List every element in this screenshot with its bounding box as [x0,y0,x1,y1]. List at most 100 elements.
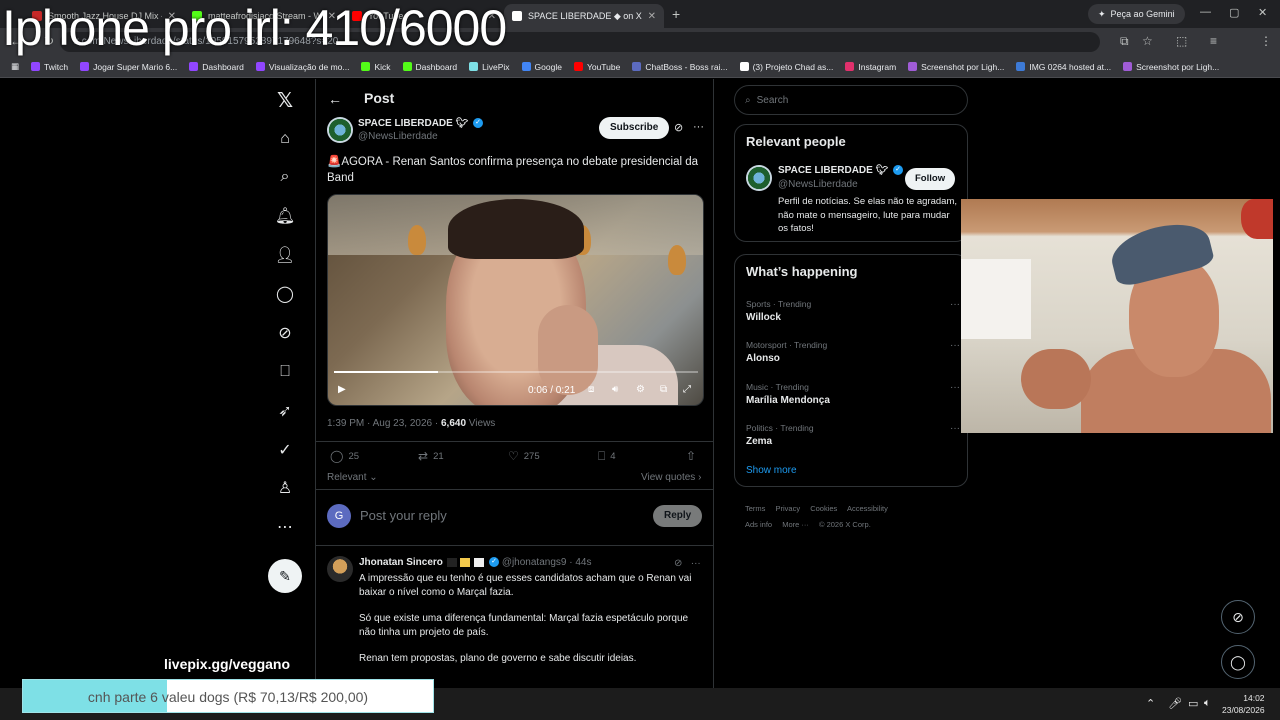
grok-explain-icon[interactable]: ⊘ [674,558,682,569]
rocket-icon[interactable]: ➶ [274,400,296,422]
bookmark-item[interactable]: Screenshot por Ligh... [903,62,1009,72]
author-avatar[interactable] [327,117,353,143]
video-player[interactable]: ▶ 0:06 / 0:21 ⧈ 🔊︎ ⚙ ⧉ ⤢ [327,194,704,406]
more-options-icon[interactable]: ··· [950,340,960,351]
compose-post-button[interactable]: ✎ [268,559,302,593]
search-input[interactable]: ⌕ Search [734,85,968,115]
close-tab-icon[interactable]: ✕ [648,11,656,22]
bookmark-item[interactable]: Screenshot por Ligh... [1118,62,1224,72]
x-logo-icon[interactable]: 𝕏 [274,89,296,112]
footer-link[interactable]: Privacy [776,504,801,513]
menu-kebab-icon[interactable]: ⋮ [1260,34,1272,48]
gemini-button[interactable]: ✦ Peça ao Gemini [1088,4,1185,24]
person-handle[interactable]: @NewsLiberdade [778,179,858,190]
subscribe-button[interactable]: Subscribe [599,117,670,139]
reply-button[interactable]: Reply [653,505,703,527]
captions-icon[interactable]: ⧈ [588,384,594,395]
footer-link[interactable]: Terms [745,504,765,513]
bookmark-item[interactable]: Dashboard [398,62,463,72]
comment-author-name[interactable]: Jhonatan Sincero [359,557,443,568]
comment-handle[interactable]: @jhonatangs9 [502,557,567,568]
display-icon[interactable]: ▭ [1188,697,1198,710]
verified-check-icon[interactable]: ✓ [274,439,296,461]
person-name-row[interactable]: SPACE LIBERDADE 🐦︎ ✓ [778,165,904,176]
bookmark-item[interactable]: Google [517,62,567,72]
apps-grid-icon[interactable]: ▦ [6,61,24,72]
bookmark-item[interactable]: Instagram [840,62,901,72]
chevron-up-icon[interactable]: ⌃ [1146,697,1155,710]
fullscreen-icon[interactable]: ⤢ [683,384,691,395]
footer-link[interactable]: Accessibility [847,504,888,513]
follow-person-icon[interactable]: 👤︎ [274,244,296,266]
close-window-icon[interactable]: ✕ [1258,6,1267,19]
volume-icon[interactable]: 🔈︎ [1204,697,1211,710]
sort-relevant-dropdown[interactable]: Relevant ⌄ [327,472,378,483]
footer-link[interactable]: Cookies [810,504,837,513]
repost-action[interactable]: ⇄ 21 [418,449,444,463]
reply-action[interactable]: ◯ 25 [330,449,359,463]
author-name-row[interactable]: SPACE LIBERDADE 🐦︎ ✓ [358,118,484,129]
more-options-icon[interactable]: ··· [950,299,960,310]
more-options-icon[interactable]: ··· [950,382,960,393]
post-time[interactable]: 1:39 PM [327,418,364,429]
trend-item[interactable]: Motorsport · Trending Alonso ··· [746,340,960,364]
trend-item[interactable]: Politics · Trending Zema ··· [746,423,960,447]
bookmark-item[interactable]: Kick [356,62,395,72]
reply-input[interactable]: Post your reply [360,508,447,523]
bookmarks-icon[interactable]: ⎕ [274,361,296,383]
bookmark-item[interactable]: IMG 0264 hosted at... [1011,62,1116,72]
more-circle-icon[interactable]: ⋯ [274,516,296,538]
reading-list-icon[interactable]: ≡ [1210,34,1217,48]
bookmark-item[interactable]: Twitch [26,62,73,72]
trend-item[interactable]: Music · Trending Marília Mendonça ··· [746,382,960,406]
grok-float-button[interactable]: ⊘ [1221,600,1255,634]
more-options-icon[interactable]: ··· [950,423,960,434]
view-quotes-link[interactable]: View quotes › [641,472,701,483]
browser-tab-active[interactable]: SPACE LIBERDADE ◆ on X: ✕ [504,4,664,28]
avatar[interactable]: G [327,504,351,528]
video-progress-bar[interactable] [334,371,698,373]
minimize-icon[interactable]: — [1200,6,1211,18]
notifications-bell-icon[interactable]: 🔔︎ [274,205,296,227]
install-app-icon[interactable]: ⧉ [1120,34,1129,49]
bookmark-action[interactable]: ⎕ 4 [598,449,616,464]
footer-link[interactable]: Ads info [745,520,772,529]
settings-gear-icon[interactable]: ⚙ [636,384,645,395]
comment-age[interactable]: 44s [575,557,591,568]
system-clock[interactable]: 14:02 23/08/2026 [1222,692,1265,716]
comment-avatar[interactable] [327,556,353,582]
back-arrow-icon[interactable]: ← [328,91,342,107]
post-date[interactable]: Aug 23, 2026 [373,418,433,429]
bookmark-item[interactable]: Visualização de mo... [251,62,355,72]
bookmark-item[interactable]: ChatBoss - Boss rai... [627,62,732,72]
trend-item[interactable]: Sports · Trending Willock ··· [746,299,960,323]
like-action[interactable]: ♡ 275 [508,449,540,463]
extensions-icon[interactable]: ⬚ [1176,34,1187,48]
more-options-icon[interactable]: ··· [691,558,701,569]
profile-icon[interactable]: ♙ [274,477,296,499]
show-more-link[interactable]: Show more [746,465,797,476]
bookmark-item[interactable]: (3) Projeto Chad as... [735,62,839,72]
person-avatar[interactable] [746,165,772,191]
footer-link[interactable]: More ··· [782,520,809,529]
microphone-icon[interactable]: 🎤︎ [1168,697,1182,710]
chat-bubble-icon[interactable]: ◯ [274,283,296,305]
more-options-icon[interactable]: ··· [693,121,704,133]
new-tab-button[interactable]: + [664,6,688,22]
play-icon[interactable]: ▶ [338,384,346,395]
author-handle[interactable]: @NewsLiberdade [358,131,438,142]
volume-icon[interactable]: 🔊︎ [612,384,618,395]
follow-button[interactable]: Follow [905,168,956,190]
grok-icon[interactable]: ⊘ [274,322,296,344]
bookmark-item[interactable]: YouTube [569,62,625,72]
maximize-icon[interactable]: ▢ [1229,6,1239,19]
share-action[interactable]: ⇧ [686,449,696,463]
grok-explain-icon[interactable]: ⊘ [674,121,683,134]
bookmark-item[interactable]: Dashboard [184,62,249,72]
explore-search-icon[interactable]: ⌕ [274,166,296,188]
pip-icon[interactable]: ⧉ [660,384,667,395]
home-icon[interactable]: ⌂ [274,128,296,150]
bookmark-item[interactable]: LivePix [464,62,514,72]
messages-float-button[interactable]: ◯ [1221,645,1255,679]
bookmark-item[interactable]: Jogar Super Mario 6... [75,62,182,72]
